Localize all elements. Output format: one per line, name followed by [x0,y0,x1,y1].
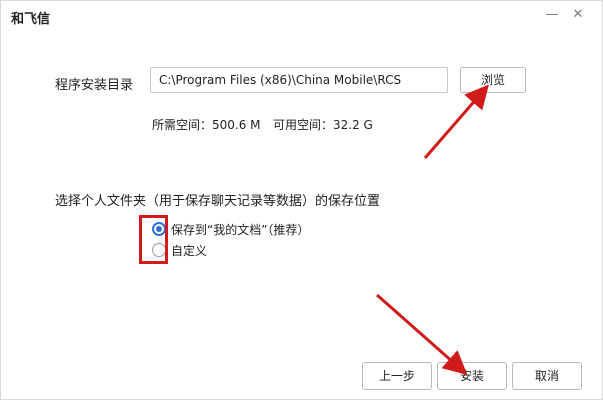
required-space-text: 所需空间：500.6 M [152,118,261,132]
prev-step-button[interactable]: 上一步 [362,362,432,390]
minimize-icon[interactable]: — [542,6,562,24]
installer-window: 和飞信 — ✕ 程序安装目录 浏览 所需空间：500.6 M 可用空间：32.2… [0,0,603,400]
window-title: 和飞信 [11,12,51,27]
annotation-arrow-install [376,293,468,375]
radio-my-documents-label: 保存到“我的文档”（推荐） [171,222,310,237]
personal-folder-label: 选择个人文件夹（用于保存聊天记录等数据）的保存位置 [55,194,381,209]
annotation-highlight-box [139,215,168,264]
annotation-arrow-browse [423,84,489,159]
install-button[interactable]: 安装 [437,362,507,390]
radio-option-my-documents[interactable]: 保存到“我的文档”（推荐） [152,220,309,238]
title-bar: 和飞信 — ✕ [1,1,602,31]
browse-button[interactable]: 浏览 [460,67,526,93]
install-dir-label: 程序安装目录 [55,78,134,93]
available-space-text: 可用空间：32.2 G [273,118,373,132]
cancel-button[interactable]: 取消 [512,362,582,390]
radio-custom-label: 自定义 [171,243,208,258]
close-icon[interactable]: ✕ [568,6,588,24]
install-path-input[interactable] [150,67,448,93]
